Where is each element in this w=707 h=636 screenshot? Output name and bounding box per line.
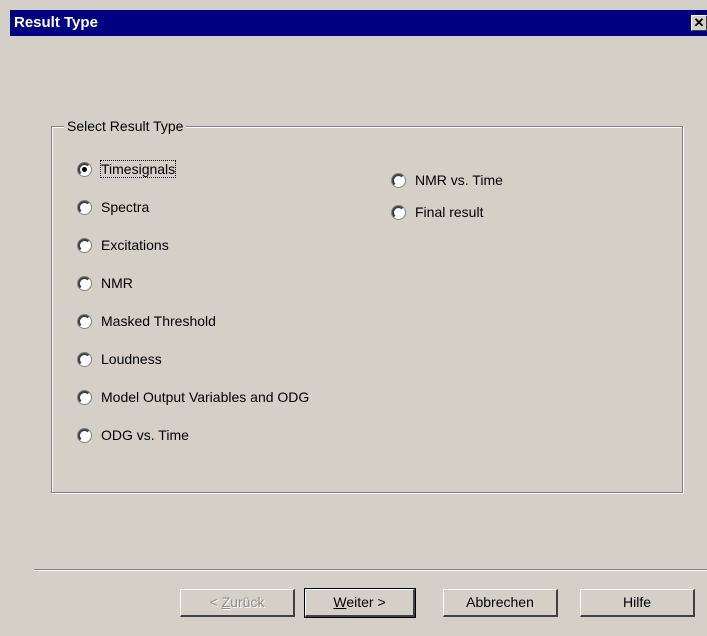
radio-label: Timesignals xyxy=(99,160,177,178)
radio-icon xyxy=(392,173,405,187)
next-label: eiter > xyxy=(346,594,386,610)
window-title: Result Type xyxy=(14,14,98,31)
radio-icon xyxy=(78,276,91,290)
radio-icon xyxy=(78,390,91,404)
group-label: Select Result Type xyxy=(64,118,187,134)
radio-nmr[interactable]: NMR xyxy=(78,275,133,291)
radio-icon xyxy=(78,314,91,328)
radio-dot xyxy=(82,166,87,172)
button-separator xyxy=(34,569,707,571)
radio-loudness[interactable]: Loudness xyxy=(78,351,162,367)
radio-label: Model Output Variables and ODG xyxy=(101,389,310,405)
radio-label: Excitations xyxy=(101,237,169,253)
next-button[interactable]: Weiter > xyxy=(304,588,416,618)
radio-icon xyxy=(78,200,91,214)
close-icon: ✕ xyxy=(693,15,705,30)
help-button[interactable]: Hilfe xyxy=(580,589,695,617)
result-type-dialog: Result Type ✕ Select Result Type Timesig… xyxy=(0,0,707,636)
next-mnemonic: W xyxy=(333,594,347,610)
radio-selected-icon xyxy=(78,162,91,176)
help-label: Hilfe xyxy=(622,594,651,610)
radio-masked-threshold[interactable]: Masked Threshold xyxy=(78,313,216,329)
back-button[interactable]: < Zurück xyxy=(180,589,295,617)
radio-icon xyxy=(78,428,91,442)
close-button[interactable]: ✕ xyxy=(691,15,707,31)
radio-icon xyxy=(78,238,91,252)
radio-label: NMR vs. Time xyxy=(415,172,503,188)
radio-icon xyxy=(78,352,91,366)
radio-label: Final result xyxy=(415,204,484,220)
radio-icon xyxy=(392,205,405,219)
radio-label: Spectra xyxy=(101,199,150,215)
cancel-button[interactable]: Abbrechen xyxy=(443,589,558,617)
radio-spectra[interactable]: Spectra xyxy=(78,199,149,215)
radio-nmr-vs-time[interactable]: NMR vs. Time xyxy=(392,172,503,188)
radio-model-output-variables[interactable]: Model Output Variables and ODG xyxy=(78,389,309,405)
title-bar[interactable]: Result Type ✕ xyxy=(10,10,707,36)
radio-final-result[interactable]: Final result xyxy=(392,204,483,220)
radio-timesignals[interactable]: Timesignals xyxy=(78,160,177,178)
radio-label: Loudness xyxy=(101,351,162,367)
radio-excitations[interactable]: Excitations xyxy=(78,237,169,253)
radio-label: NMR xyxy=(101,275,133,291)
back-prefix: < xyxy=(209,594,222,610)
back-label: urück xyxy=(230,594,265,610)
radio-odg-vs-time[interactable]: ODG vs. Time xyxy=(78,427,189,443)
back-mnemonic: Z xyxy=(221,594,231,610)
radio-label: Masked Threshold xyxy=(101,313,216,329)
radio-label: ODG vs. Time xyxy=(101,427,189,443)
cancel-label: Abbrechen xyxy=(466,594,534,610)
